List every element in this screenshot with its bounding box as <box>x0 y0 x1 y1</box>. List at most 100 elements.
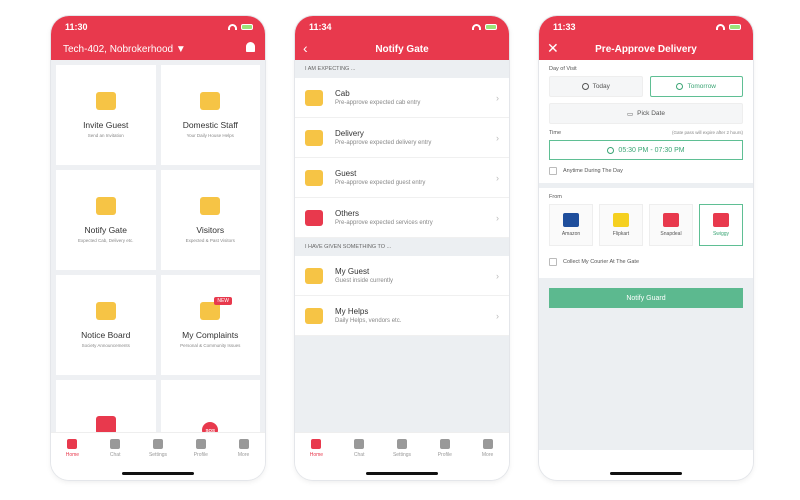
tab-profile[interactable]: Profile <box>186 439 216 458</box>
chevron-right-icon: › <box>496 132 499 143</box>
status-bar: 11:30 <box>51 16 265 38</box>
status-bar: 11:34 <box>295 16 509 38</box>
time-range-button[interactable]: 05:30 PM - 07:30 PM <box>549 140 743 160</box>
tab-more[interactable]: More <box>473 439 503 458</box>
tile-domestic-staff[interactable]: Domestic Staff Your Daily House Helps <box>160 65 260 165</box>
amazon-logo-icon <box>563 213 579 227</box>
merchant-flipkart[interactable]: Flipkart <box>599 204 643 246</box>
collect-at-gate-checkbox[interactable]: Collect My Courier At The Gate <box>549 258 743 266</box>
clock-icon <box>581 83 589 90</box>
item-subtitle: Pre-approve expected delivery entry <box>335 140 432 146</box>
tab-label: Profile <box>193 452 208 458</box>
list-item-others[interactable]: Others Pre-approve expected services entr… <box>295 198 509 238</box>
envelope-icon <box>95 92 116 110</box>
home-indicator <box>610 472 682 475</box>
tab-label: Profile <box>437 452 452 458</box>
chevron-right-icon: › <box>496 92 499 103</box>
home-icon <box>67 439 78 449</box>
tab-profile[interactable]: Profile <box>430 439 460 458</box>
list-item-delivery[interactable]: Delivery Pre-approve expected delivery en… <box>295 118 509 158</box>
pick-date-label: Pick Date <box>637 110 665 117</box>
anytime-checkbox[interactable]: Anytime During The Day <box>549 167 743 175</box>
tomorrow-label: Tomorrow <box>687 83 717 90</box>
notify-gate-screen: 11:34 ‹ Notify Gate I AM EXPECTING ... C… <box>295 16 509 480</box>
item-subtitle: Pre-approve expected cab entry <box>335 100 421 106</box>
close-icon[interactable]: ✕ <box>547 40 559 57</box>
item-subtitle: Guest inside currently <box>335 278 394 284</box>
notification-bell-icon[interactable] <box>246 42 255 52</box>
anytime-label: Anytime During The Day <box>563 168 623 174</box>
header: 11:34 ‹ Notify Gate <box>295 16 509 60</box>
pick-date-button[interactable]: ▭ Pick Date <box>549 103 743 124</box>
list-item-cab[interactable]: Cab Pre-approve expected cab entry › <box>295 78 509 118</box>
header: 11:30 Tech-402, Nobrokerhood ▼ <box>51 16 265 60</box>
tile-subtitle: Send an Invitation <box>87 133 124 138</box>
home-indicator <box>122 472 194 475</box>
tab-bar: Home Chat Settings Profile More <box>295 432 509 480</box>
tile-tools[interactable] <box>56 380 156 432</box>
tab-home[interactable]: Home <box>57 439 87 458</box>
megaphone-icon <box>95 302 116 320</box>
wifi-icon <box>472 24 481 30</box>
chat-icon <box>110 439 121 449</box>
page-title: Pre-Approve Delivery <box>595 43 697 55</box>
tile-notify-gate[interactable]: Notify Gate Expected Cab, Delivery etc. <box>56 170 156 270</box>
merchant-amazon[interactable]: Amazon <box>549 204 593 246</box>
more-icon <box>482 439 493 449</box>
merchant-swiggy[interactable]: Swiggy <box>699 204 743 246</box>
time-hint: (Gate pass will expire after 2 hours) <box>671 130 743 135</box>
back-chevron-icon[interactable]: ‹ <box>303 40 308 56</box>
tile-subtitle: Expected Cab, Delivery etc. <box>77 238 134 243</box>
tile-sos[interactable]: SOS <box>160 380 260 432</box>
list-item-my-helps[interactable]: My Helps Daily Helps, vendors etc. › <box>295 296 509 336</box>
tab-home[interactable]: Home <box>301 439 331 458</box>
feature-grid: Invite Guest Send an Invitation Domestic S… <box>51 60 265 432</box>
tab-label: More <box>237 452 250 458</box>
tab-chat[interactable]: Chat <box>344 439 374 458</box>
tile-title: Visitors <box>196 225 225 235</box>
battery-icon <box>241 24 253 30</box>
battery-icon <box>729 24 741 30</box>
tile-visitors[interactable]: Visitors Expected & Past Visitors <box>160 170 260 270</box>
source-card: From Amazon Flipkart Snapdeal Swiggy Collec… <box>539 188 753 278</box>
more-icon <box>238 439 249 449</box>
tile-title: Invite Guest <box>83 120 129 130</box>
clock: 11:30 <box>65 22 88 32</box>
list-item-my-guest[interactable]: My Guest Guest inside currently › <box>295 256 509 296</box>
item-title: Others <box>335 209 360 218</box>
tile-title: Notice Board <box>81 330 131 340</box>
merchant-name: Snapdeal <box>660 231 682 237</box>
tile-invite-guest[interactable]: Invite Guest Send an Invitation <box>56 65 156 165</box>
chevron-right-icon: › <box>496 270 499 281</box>
from-label: From <box>549 194 562 200</box>
list-item-guest[interactable]: Guest Pre-approve expected guest entry › <box>295 158 509 198</box>
home-icon <box>311 439 322 449</box>
tab-label: Chat <box>109 452 121 458</box>
today-button[interactable]: Today <box>549 76 643 97</box>
id-card-icon <box>200 197 221 215</box>
tab-settings[interactable]: Settings <box>387 439 417 458</box>
tab-label: Home <box>309 452 324 458</box>
tab-more[interactable]: More <box>229 439 259 458</box>
tab-label: Home <box>65 452 80 458</box>
notify-guard-button[interactable]: Notify Guard <box>549 288 743 308</box>
schedule-card: Day of Visit Today Tomorrow ▭ Pick Date T… <box>539 60 753 183</box>
status-bar: 11:33 <box>539 16 753 38</box>
tile-subtitle: Personal & Community Issues <box>180 343 241 348</box>
tab-chat[interactable]: Chat <box>100 439 130 458</box>
merchant-snapdeal[interactable]: Snapdeal <box>649 204 693 246</box>
tomorrow-button[interactable]: Tomorrow <box>649 76 743 97</box>
tile-title: Notify Gate <box>84 225 128 235</box>
calendar-icon: ▭ <box>627 110 634 118</box>
chevron-right-icon: › <box>496 212 499 223</box>
tile-my-complaints[interactable]: My Complaints Personal & Community Issues… <box>160 275 260 375</box>
clock: 11:33 <box>553 22 576 32</box>
tile-title: Domestic Staff <box>182 120 238 130</box>
guest-icon <box>305 169 323 186</box>
checkbox-icon <box>549 167 557 175</box>
tile-notice-board[interactable]: Notice Board Society Announcements <box>56 275 156 375</box>
location-selector[interactable]: Tech-402, Nobrokerhood ▼ <box>63 44 186 55</box>
profile-icon <box>195 439 206 449</box>
bell-icon <box>95 197 116 215</box>
tab-settings[interactable]: Settings <box>143 439 173 458</box>
